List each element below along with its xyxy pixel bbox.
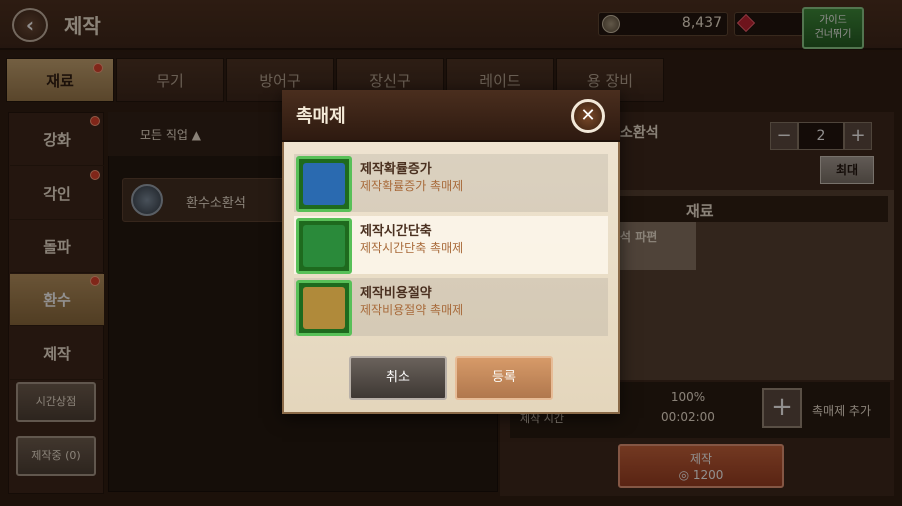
- catalyst-option-name: 제작비용절약: [360, 286, 432, 301]
- cost-saving-catalyst-icon: [296, 280, 352, 336]
- catalyst-option-desc: 제작비용절약 촉매제: [360, 303, 464, 317]
- catalyst-dialog-title: 촉매제: [296, 106, 346, 127]
- success-rate-catalyst-icon: [296, 156, 352, 212]
- catalyst-option-desc: 제작확률증가 촉매제: [360, 179, 464, 193]
- close-button[interactable]: ✕: [571, 99, 605, 133]
- close-icon: ✕: [580, 105, 596, 126]
- register-button[interactable]: 등록: [455, 356, 553, 400]
- cancel-button[interactable]: 취소: [349, 356, 447, 400]
- time-reduction-catalyst-icon: [296, 218, 352, 274]
- catalyst-option-desc: 제작시간단축 촉매제: [360, 241, 464, 255]
- catalyst-option-name: 제작확률증가: [360, 162, 432, 177]
- catalyst-option-name: 제작시간단축: [360, 224, 432, 239]
